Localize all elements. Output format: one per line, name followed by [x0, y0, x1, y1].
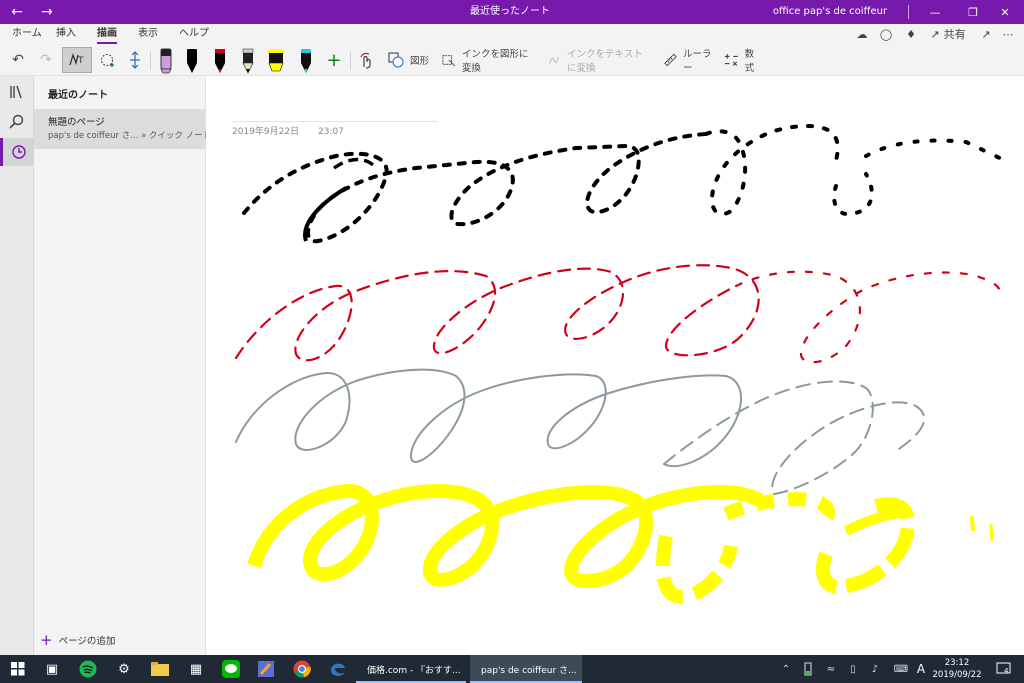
recent-notes-icon[interactable] — [0, 138, 34, 166]
page-canvas[interactable]: 2019年9月22日 23:07 — [206, 76, 1024, 655]
share-icon: ↗ — [930, 27, 940, 41]
tab-draw[interactable]: 描画 — [97, 24, 117, 44]
ink-to-shape-label: インクを図形に変換 — [461, 49, 529, 74]
chrome-icon[interactable] — [284, 655, 320, 683]
line-app-icon[interactable] — [213, 655, 249, 683]
add-pen-icon[interactable]: + — [322, 47, 346, 73]
touch-draw-icon[interactable] — [354, 47, 378, 73]
file-explorer-icon[interactable] — [142, 655, 178, 683]
expand-icon[interactable]: ↗ — [976, 24, 996, 44]
toolbar-separator — [350, 52, 351, 70]
add-space-icon[interactable] — [96, 47, 120, 73]
yellow-ink-strokes — [247, 483, 994, 604]
shapes-icon — [388, 52, 404, 68]
taskbar-app-label: 価格.com - 『おすす... — [367, 665, 461, 676]
recent-page-item[interactable]: 無題のページ pap's de coiffeur さ... » クイック ノート — [34, 109, 211, 149]
page-location: pap's de coiffeur さ... » クイック ノート — [48, 131, 212, 141]
volume-icon[interactable]: ♪ — [866, 655, 884, 683]
action-center-button[interactable]: 4 — [992, 655, 1016, 683]
battery-indicator-icon[interactable] — [800, 655, 816, 683]
tab-help[interactable]: ヘルプ — [179, 24, 209, 44]
taskbar-chrome-window[interactable]: 価格.com - 『おすす... — [356, 655, 466, 683]
black-pen-icon[interactable] — [181, 47, 203, 75]
ruler-button[interactable]: ルーラー — [660, 47, 718, 74]
show-hidden-icons-icon[interactable]: ⌃ — [778, 655, 794, 683]
recent-notes-panel: 最近のノート 無題のページ pap's de coiffeur さ... » ク… — [34, 76, 211, 655]
redo-icon[interactable]: ↷ — [34, 47, 58, 73]
minimize-icon[interactable]: — — [916, 0, 954, 24]
cyan-pen-icon[interactable] — [295, 47, 317, 75]
purple-pen-icon[interactable] — [155, 47, 177, 75]
lightbulb-icon[interactable]: ◯ — [876, 24, 896, 44]
notebooks-icon[interactable] — [0, 78, 34, 106]
task-view-icon[interactable]: ▣ — [34, 655, 70, 683]
back-arrow-icon[interactable]: ← — [2, 2, 32, 22]
panel-title: 最近のノート — [48, 90, 108, 101]
add-page-button[interactable]: + ページの追加 — [40, 631, 116, 649]
keyboard-icon[interactable]: ⌨ — [890, 655, 912, 683]
taskbar-app-label: pap's de coiffeur さ... — [481, 665, 577, 676]
tab-insert[interactable]: 挿入 — [56, 24, 76, 44]
navigation-rail — [0, 76, 34, 655]
page-title: 無題のページ — [48, 117, 105, 128]
math-label: 数式 — [744, 49, 755, 74]
spotify-icon[interactable] — [70, 655, 106, 683]
math-icon — [724, 54, 738, 66]
power-icon[interactable]: ▯ — [844, 655, 862, 683]
yellow-highlighter-icon[interactable] — [265, 47, 287, 75]
svg-text:T: T — [77, 56, 84, 66]
paint-app-icon[interactable] — [248, 655, 284, 683]
black-pencil-icon[interactable] — [237, 47, 259, 75]
share-label: 共有 — [943, 28, 966, 41]
ruler-label: ルーラー — [683, 49, 712, 74]
ink-to-text-button[interactable]: インクをテキストに変換 — [544, 47, 656, 74]
title-separator — [908, 5, 909, 19]
ink-to-text-icon — [549, 57, 559, 64]
calculator-icon[interactable]: ▦ — [178, 655, 214, 683]
red-pen-icon[interactable] — [209, 47, 231, 75]
shapes-button[interactable]: 図形 — [384, 47, 434, 73]
red-ink-strokes — [234, 264, 1003, 364]
share-button[interactable]: ↗ 共有 — [928, 24, 968, 44]
notification-count: 4 — [1004, 667, 1009, 675]
clock-time: 23:12 — [944, 658, 970, 668]
network-icon[interactable]: ≈ — [822, 655, 840, 683]
ink-to-text-label: インクをテキストに変換 — [567, 49, 643, 74]
taskbar-clock[interactable]: 23:12 2019/09/22 — [928, 657, 986, 681]
undo-icon[interactable]: ↶ — [6, 47, 30, 73]
tab-view[interactable]: 表示 — [138, 24, 158, 44]
title-bar: ← → 最近使ったノート office pap's de coiffeur — … — [0, 0, 1024, 24]
windows-taskbar: ▣ ⚙ ▦ 価格.com - 『おすす... N pap's de coiffe… — [0, 655, 1024, 683]
clock-date: 2019/09/22 — [932, 670, 982, 680]
draw-toolbar: ↶ ↷ T + 図形 インクを図形に変換 インクをテキストに変換 ルーラー 数式 — [0, 44, 1024, 76]
insert-space-icon[interactable] — [124, 47, 146, 73]
taskbar-onenote-window[interactable]: N pap's de coiffeur さ... — [470, 655, 582, 683]
ink-to-shape-button[interactable]: インクを図形に変換 — [438, 47, 540, 74]
ink-to-shape-icon — [442, 55, 456, 67]
shapes-label: 図形 — [410, 56, 430, 67]
ink-drawing[interactable] — [206, 76, 1024, 655]
bell-icon[interactable]: ♦ — [901, 24, 921, 44]
close-icon[interactable]: ✕ — [986, 0, 1024, 24]
gray-ink-strokes — [235, 368, 926, 496]
edge-icon[interactable] — [320, 655, 356, 683]
forward-arrow-icon[interactable]: → — [32, 2, 62, 22]
math-button[interactable]: 数式 — [720, 47, 766, 74]
ruler-icon — [664, 53, 677, 67]
windows-start-icon[interactable] — [0, 655, 36, 683]
plus-icon: + — [40, 631, 53, 649]
notebook-name[interactable]: office pap's de coiffeur — [760, 0, 900, 24]
window-title: 最近使ったノート — [470, 6, 550, 17]
add-page-label: ページの追加 — [58, 636, 116, 647]
more-options-icon[interactable]: ⋯ — [998, 24, 1018, 44]
black-ink-strokes — [242, 124, 1008, 244]
settings-gear-icon[interactable]: ⚙ — [106, 655, 142, 683]
tab-home[interactable]: ホーム — [12, 24, 42, 44]
toolbar-separator — [150, 52, 151, 70]
notebook-sync-icon[interactable]: ☁ — [852, 24, 872, 44]
search-icon[interactable] — [0, 108, 34, 136]
ime-indicator[interactable]: A — [914, 655, 928, 683]
lasso-select-icon[interactable]: T — [62, 47, 92, 73]
